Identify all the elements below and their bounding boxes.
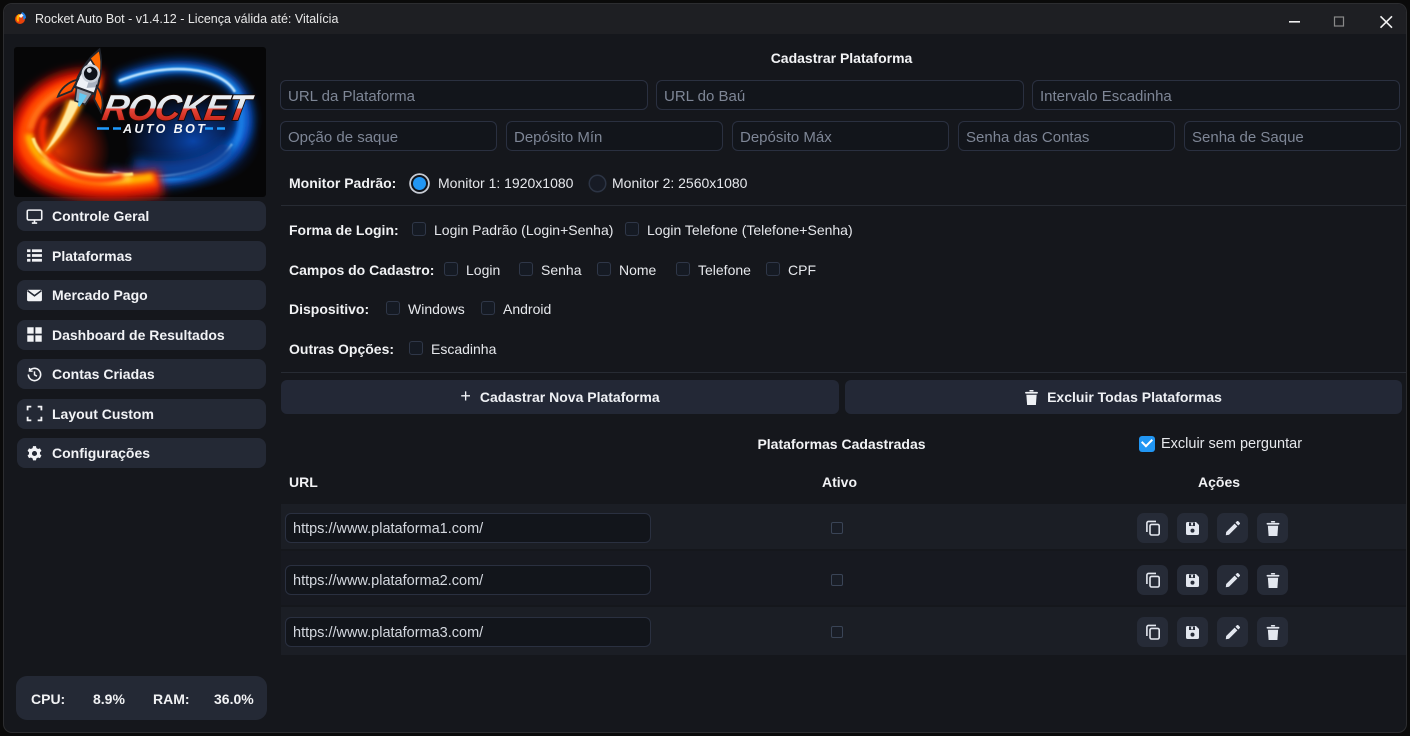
svg-text:AUTO BOT: AUTO BOT — [122, 122, 207, 136]
